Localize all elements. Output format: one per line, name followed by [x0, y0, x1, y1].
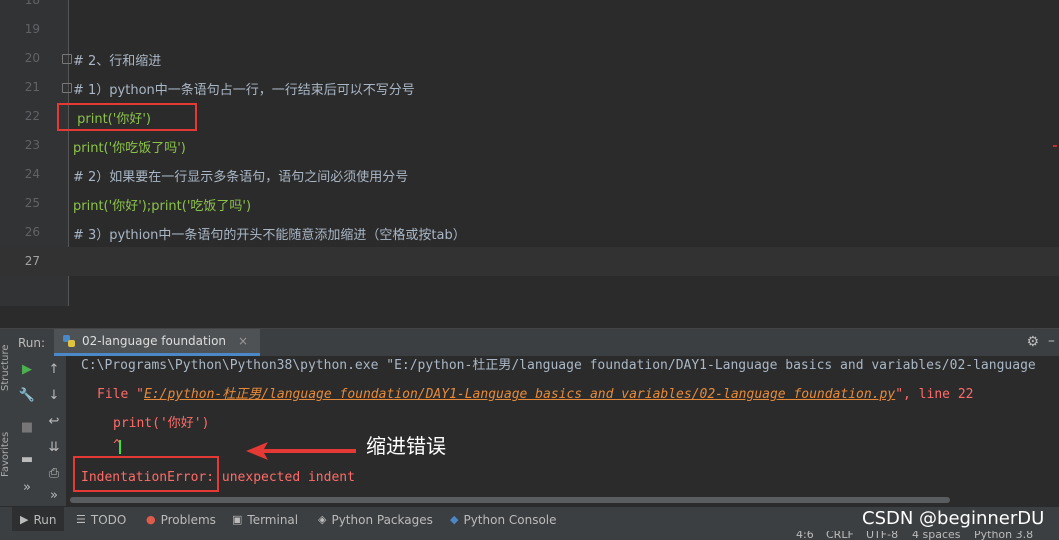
python-icon [63, 335, 75, 347]
tab-terminal[interactable]: ▣ Terminal [232, 507, 298, 532]
run-panel-header: Run: 02-language foundation × ⚙ – [0, 329, 1059, 357]
editor-bottom-area [0, 306, 1059, 329]
status-bar: 4:6 CRLF UTF-8 4 spaces Python 3.8 [0, 531, 1059, 540]
console-code-line: print('你好') [113, 416, 210, 431]
editor-line[interactable]: 24 # 2）如果要在一行显示多条语句，语句之间必须使用分号 [0, 160, 1059, 189]
file-suffix: ", line 22 [895, 387, 974, 402]
editor-line[interactable]: 18 [0, 0, 1059, 15]
editor-line[interactable]: 25 print('你好');print('吃饭了吗') [0, 189, 1059, 218]
code-editor[interactable]: 18 19 20 # 2、行和缩进 21 # 1）python中一条语句占一行，… [0, 0, 1059, 306]
left-tool-strip: Structure Favorites [0, 329, 12, 529]
code-comment: # 3）pythion中一条语句的开头不能随意添加缩进（空格或按tab） [73, 228, 466, 243]
rerun-icon[interactable]: ▶ [17, 362, 37, 377]
editor-line[interactable]: 19 [0, 15, 1059, 44]
watermark-text: CSDN @beginnerDU [862, 508, 1045, 529]
console-horizontal-scrollbar[interactable] [70, 497, 950, 503]
run-console-output[interactable]: C:\Programs\Python\Python38\python.exe "… [67, 356, 1059, 506]
stop-icon[interactable]: ■ [17, 420, 37, 435]
line-number: 20 [24, 51, 40, 65]
run-toolbar: ▶ 🔧 ■ ▬ » [12, 356, 42, 506]
more-icon[interactable]: » [17, 480, 37, 495]
line-number: 24 [24, 167, 40, 181]
tab-label: Problems [160, 512, 216, 527]
tab-label: TODO [90, 512, 127, 527]
arrow-up-icon[interactable]: ↑ [44, 362, 64, 377]
terminal-icon: ▣ [232, 513, 243, 526]
console-command-line: C:\Programs\Python\Python38\python.exe "… [81, 358, 1036, 373]
line-number: 22 [24, 109, 40, 123]
annotation-box-indent [57, 103, 197, 131]
gear-icon[interactable]: ⚙ [1026, 334, 1039, 350]
error-stripe-marker[interactable] [1053, 145, 1057, 147]
tab-problems[interactable]: ● Problems [146, 507, 216, 532]
structure-tab[interactable]: Structure [0, 344, 11, 391]
text-cursor [119, 440, 121, 454]
indent-setting[interactable]: 4 spaces [912, 531, 961, 540]
code-comment: # 2）如果要在一行显示多条语句，语句之间必须使用分号 [73, 170, 409, 185]
editor-line[interactable]: 21 # 1）python中一条语句占一行，一行结束后可以不写分号 [0, 73, 1059, 102]
scroll-to-end-icon[interactable]: ⇊ [44, 440, 64, 455]
caret-position[interactable]: 4:6 [796, 531, 814, 540]
print-icon[interactable]: ⎙ [44, 466, 64, 481]
tab-python-console[interactable]: ◆ Python Console [450, 507, 557, 532]
tab-label: Python Packages [331, 512, 433, 527]
line-number: 18 [24, 0, 40, 7]
close-icon[interactable]: × [238, 334, 248, 348]
editor-line[interactable]: 26 # 3）pythion中一条语句的开头不能随意添加缩进（空格或按tab） [0, 218, 1059, 247]
editor-line[interactable]: 23 print('你吃饭了吗') [0, 131, 1059, 160]
packages-icon: ◈ [318, 513, 327, 526]
python-console-icon: ◆ [450, 513, 459, 526]
file-path-link[interactable]: E:/python-杜正男/language foundation/DAY1-L… [144, 387, 895, 402]
arrow-down-icon[interactable]: ↓ [44, 388, 64, 403]
minimize-icon[interactable]: – [1048, 333, 1055, 349]
favorites-tab[interactable]: Favorites [0, 432, 11, 477]
tab-todo[interactable]: ☰ TODO [76, 507, 126, 532]
code-text: print('你吃饭了吗') [73, 141, 186, 156]
error-message: unexpected indent [214, 470, 355, 485]
line-number: 25 [24, 196, 40, 210]
line-number: 26 [24, 225, 40, 239]
more-icon[interactable]: » [44, 488, 64, 503]
annotation-box-error [73, 456, 219, 492]
run-config-tab[interactable]: 02-language foundation × [54, 329, 261, 356]
editor-line-current[interactable]: 27 [0, 247, 1059, 276]
line-number: 19 [24, 22, 40, 36]
console-traceback-line: File "E:/python-杜正男/language foundation/… [97, 383, 973, 402]
line-number: 23 [24, 138, 40, 152]
fold-marker-icon[interactable] [62, 83, 72, 93]
run-tab-label: 02-language foundation [82, 334, 227, 348]
run-toolbar-secondary: ↑ ↓ ↩ ⇊ ⎙ » [42, 356, 67, 506]
run-icon: ▶ [20, 513, 29, 526]
code-comment: # 2、行和缩进 [73, 54, 162, 69]
interpreter-setting[interactable]: Python 3.8 [974, 531, 1033, 540]
file-prefix: File " [97, 387, 144, 402]
tab-run[interactable]: ▶ Run [12, 507, 65, 532]
run-panel-label: Run: [18, 336, 46, 350]
annotation-label: 缩进错误 [366, 434, 446, 458]
tab-label: Terminal [247, 512, 299, 527]
code-comment: # 1）python中一条语句占一行，一行结束后可以不写分号 [73, 83, 415, 98]
file-encoding[interactable]: UTF-8 [866, 531, 898, 540]
problems-icon: ● [146, 513, 156, 526]
editor-line[interactable]: 20 # 2、行和缩进 [0, 44, 1059, 73]
layout-icon[interactable]: ▬ [17, 452, 37, 467]
tab-label: Python Console [463, 512, 557, 527]
code-text: print('你好');print('吃饭了吗') [73, 199, 252, 214]
line-number: 21 [24, 80, 40, 94]
wrench-icon[interactable]: 🔧 [17, 388, 37, 403]
tab-python-packages[interactable]: ◈ Python Packages [318, 507, 433, 532]
line-number: 27 [24, 254, 40, 268]
list-icon: ☰ [76, 513, 86, 526]
soft-wrap-icon[interactable]: ↩ [44, 414, 64, 429]
line-separator[interactable]: CRLF [826, 531, 854, 540]
tab-label: Run [33, 512, 57, 527]
annotation-arrow-icon [246, 442, 356, 460]
fold-marker-icon[interactable] [62, 54, 72, 64]
